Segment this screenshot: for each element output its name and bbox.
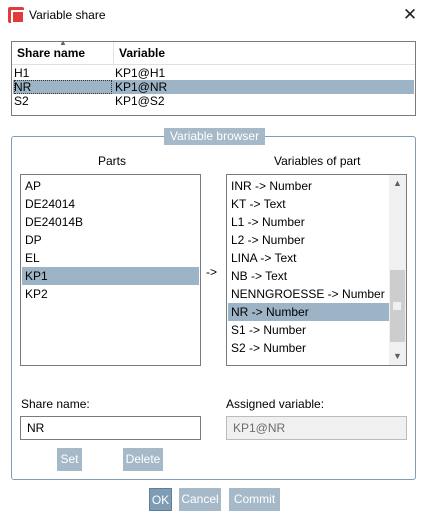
list-item[interactable]: KP1 (22, 267, 199, 285)
list-item[interactable]: NENNGROESSE -> Number (228, 285, 389, 303)
share-name-cell: H1 (14, 66, 30, 80)
list-item[interactable]: KP2 (22, 285, 199, 303)
share-name-cell: NR (14, 80, 112, 94)
list-item[interactable]: L2 -> Number (228, 231, 389, 249)
share-table[interactable]: ▲ Share name Variable H1 KP1@H1 NR KP1@N… (11, 38, 417, 116)
list-item[interactable]: S1 -> Number (228, 321, 389, 339)
title-bar: Variable share ✕ (0, 0, 427, 30)
table-row[interactable]: S2 KP1@S2 (13, 94, 414, 108)
table-row[interactable]: H1 KP1@H1 (13, 66, 414, 80)
variable-cell: KP1@NR (115, 80, 168, 94)
window-title: Variable share (29, 8, 106, 22)
variable-cell: KP1@S2 (115, 94, 165, 108)
parts-label: Parts (98, 154, 127, 168)
list-item[interactable]: AP (22, 177, 199, 195)
column-header-variable[interactable]: Variable (114, 42, 417, 65)
variables-of-part-label: Variables of part (274, 154, 361, 168)
scroll-up-icon[interactable]: ▲ (389, 175, 406, 192)
variables-scrollbar[interactable]: ▲ ▼ (389, 175, 406, 365)
app-icon (8, 7, 25, 24)
list-item[interactable]: NR -> Number (228, 303, 389, 321)
list-item[interactable]: INR -> Number (228, 177, 389, 195)
table-row[interactable]: NR KP1@NR (13, 80, 414, 94)
variable-cell: KP1@H1 (115, 66, 166, 80)
cancel-button[interactable]: Cancel (179, 488, 221, 511)
list-item[interactable]: LINA -> Text (228, 249, 389, 267)
share-name-cell: S2 (14, 94, 29, 108)
ok-button[interactable]: OK (149, 488, 172, 511)
list-item[interactable]: DP (22, 231, 199, 249)
close-icon[interactable]: ✕ (393, 0, 427, 30)
share-name-label: Share name: (21, 397, 90, 411)
set-button[interactable]: Set (57, 448, 82, 471)
list-item[interactable]: DE24014 (22, 195, 199, 213)
commit-button[interactable]: Commit (229, 488, 280, 511)
scrollbar-thumb[interactable] (390, 270, 405, 342)
parts-list[interactable]: AP DE24014 DE24014B DP EL KP1 KP2 (20, 174, 201, 366)
variable-browser-title: Variable browser (164, 128, 265, 145)
assigned-variable-label: Assigned variable: (226, 397, 325, 411)
list-item[interactable]: KT -> Text (228, 195, 389, 213)
table-header: ▲ Share name Variable (12, 38, 417, 65)
column-header-share-name[interactable]: ▲ Share name (12, 38, 114, 65)
list-item[interactable]: NB -> Text (228, 267, 389, 285)
share-name-input[interactable]: NR (20, 416, 201, 440)
sort-ascending-icon: ▲ (59, 38, 67, 47)
list-item[interactable]: L1 -> Number (228, 213, 389, 231)
list-item[interactable]: S2 -> Number (228, 339, 389, 357)
list-item[interactable]: DE24014B (22, 213, 199, 231)
scroll-down-icon[interactable]: ▼ (389, 348, 406, 365)
list-item[interactable]: EL (22, 249, 199, 267)
variables-list[interactable]: INR -> Number KT -> Text L1 -> Number L2… (226, 174, 407, 366)
delete-button[interactable]: Delete (123, 448, 163, 471)
arrow-indicator: -> (206, 265, 218, 279)
assigned-variable-field: KP1@NR (226, 416, 407, 440)
